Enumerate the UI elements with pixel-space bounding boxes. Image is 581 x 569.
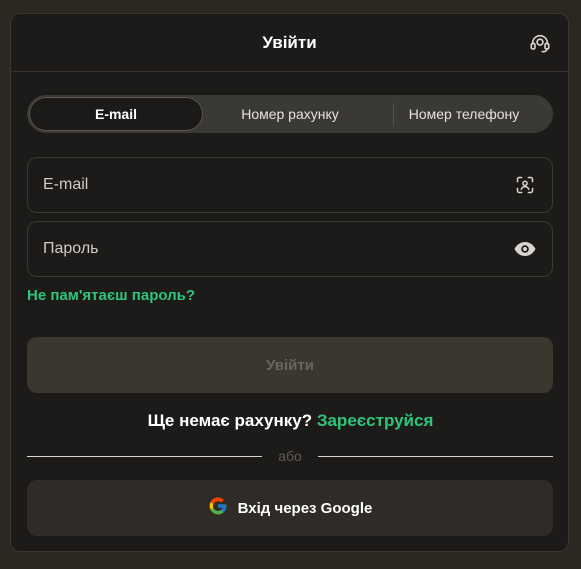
login-method-tabs: E-mail Номер рахунку Номер телефону <box>27 95 553 133</box>
tab-email[interactable]: E-mail <box>29 97 203 131</box>
google-login-label: Вхід через Google <box>237 499 373 517</box>
headset-icon[interactable] <box>528 31 552 55</box>
modal-header: Увійти <box>11 14 568 72</box>
or-divider: або <box>27 448 553 464</box>
register-link[interactable]: Зареєструйся <box>317 411 434 430</box>
login-submit-button[interactable]: Увійти <box>27 337 553 393</box>
tab-phone-number[interactable]: Номер телефону <box>377 97 551 131</box>
email-field-container <box>27 157 553 213</box>
google-login-button[interactable]: Вхід через Google <box>27 480 553 536</box>
tab-divider <box>393 103 394 125</box>
face-scan-icon[interactable] <box>513 173 537 197</box>
eye-icon[interactable] <box>513 237 537 261</box>
divider-line-right <box>317 455 553 457</box>
password-field-container <box>27 221 553 277</box>
register-prompt-text: Ще немає рахунку? <box>147 411 313 430</box>
login-modal: Увійти E-mail Номер рахунку Номер телефо… <box>10 13 569 552</box>
page-title: Увійти <box>262 32 317 52</box>
password-field[interactable] <box>28 239 513 259</box>
google-icon <box>208 496 228 521</box>
tab-account-number[interactable]: Номер рахунку <box>203 97 377 131</box>
register-prompt: Ще немає рахунку? Зареєструйся <box>11 411 568 431</box>
or-text: або <box>278 448 302 464</box>
forgot-password-link[interactable]: Не пам'ятаєш пароль? <box>27 287 195 304</box>
divider-line-left <box>27 455 263 457</box>
email-field[interactable] <box>28 175 513 195</box>
